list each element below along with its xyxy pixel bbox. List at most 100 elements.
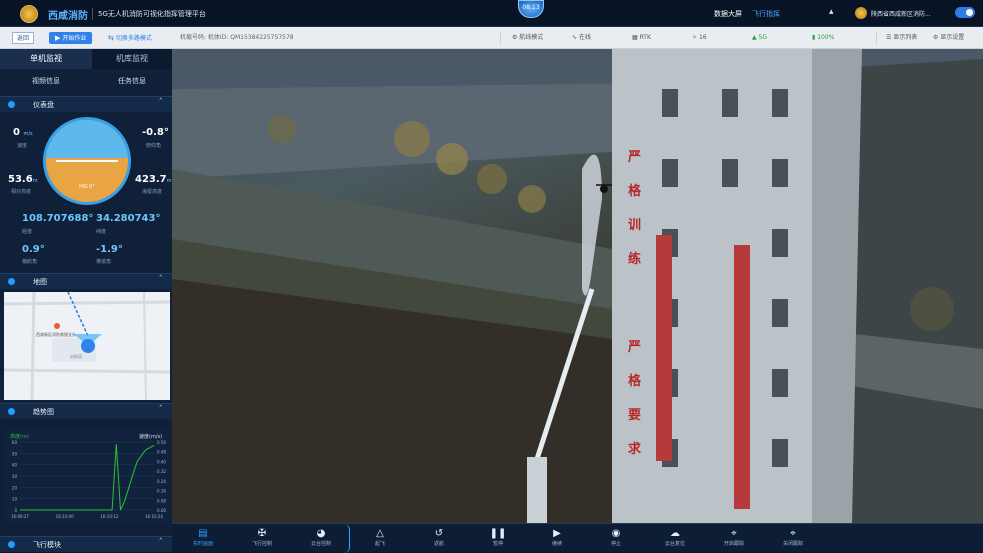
bottom-item-label: 云台控制 bbox=[310, 541, 331, 547]
bottom-item-resume[interactable]: ▶ 继续 bbox=[537, 527, 577, 548]
tab-dock-monitor[interactable]: 机库监视 bbox=[92, 49, 172, 69]
theme-toggle[interactable] bbox=[955, 7, 975, 18]
gauge-sky bbox=[46, 120, 128, 158]
switch-icon: ⇆ bbox=[108, 34, 114, 42]
chart-ytick-right: 0.08 bbox=[157, 498, 166, 503]
relative-altitude-number: 53.6 bbox=[8, 174, 33, 185]
bottom-item-label: 继续 bbox=[551, 541, 562, 547]
toolbar-divider bbox=[500, 31, 501, 45]
bottom-item-gimbal-reset[interactable]: ☁ 云台复位 bbox=[655, 527, 695, 548]
gauge-label: HSI 0° bbox=[79, 184, 95, 190]
pause-icon: ❚❚ bbox=[489, 528, 507, 539]
chart-ytick-left: 30 bbox=[12, 474, 18, 479]
rtk-status: ▦ RTK bbox=[632, 32, 651, 44]
map-poi-label: 西咸新区消防救援支队 bbox=[36, 332, 76, 337]
bottom-item-pause[interactable]: ❚❚ 暂停 bbox=[478, 527, 518, 548]
roll-value: -1.9° bbox=[96, 244, 123, 255]
satellite-status: ✧ 16 bbox=[692, 32, 707, 44]
chart-title: 趋势图 bbox=[33, 408, 54, 416]
multi-view-button[interactable]: ⇆ 切换多路模式 bbox=[108, 32, 152, 44]
relative-altitude-unit: m bbox=[32, 178, 38, 184]
tab-single-monitor[interactable]: 单机监视 bbox=[0, 49, 92, 69]
chart-ylabel-left: 高度(m) bbox=[10, 433, 29, 440]
drone-marker-icon bbox=[81, 339, 95, 353]
gimbal-icon: ◕ bbox=[316, 528, 326, 539]
signal-icon: ∿ bbox=[572, 34, 579, 41]
back-button[interactable]: 返回 bbox=[12, 32, 35, 44]
bottom-item-label: 实时画面 bbox=[192, 541, 213, 547]
instrument-header[interactable]: 仪表盘 ˆ bbox=[0, 96, 172, 112]
chart-ytick-right: 0.40 bbox=[157, 459, 166, 464]
latitude-label: 纬度 bbox=[96, 229, 107, 235]
show-list-button[interactable]: ☰ 显示列表 bbox=[886, 32, 917, 44]
user-name[interactable]: 陕西省西咸新区消防... bbox=[871, 9, 931, 18]
chart-ytick-right: 0.56 bbox=[157, 440, 166, 445]
speed-value: 0 m/s bbox=[13, 127, 33, 138]
nav-dashboard[interactable]: 数据大屏 bbox=[714, 9, 742, 19]
chart-ytick-left: 40 bbox=[12, 463, 18, 468]
stop-icon: ◉ bbox=[611, 528, 621, 539]
chart-ylabel-right: 速度(m/s) bbox=[139, 433, 162, 440]
network-label: 5G bbox=[758, 34, 767, 41]
bottom-item-takeoff[interactable]: △ 起飞 bbox=[360, 527, 400, 548]
brand-title: 西咸消防 bbox=[48, 11, 88, 22]
chevron-up-icon[interactable]: ˆ bbox=[159, 538, 164, 548]
bottom-item-label: 停止 bbox=[610, 541, 621, 547]
subtab-task-info[interactable]: 任务信息 bbox=[92, 73, 172, 89]
bottom-item-gimbal-control[interactable]: ◕ 云台控制 bbox=[301, 527, 341, 548]
fire-badge-logo bbox=[20, 5, 38, 23]
live-video-feed[interactable]: 严格训练 严格要求 bbox=[172, 49, 983, 523]
chart-ytick-right: 0.48 bbox=[157, 450, 166, 455]
bottom-item-track-off[interactable]: ⌖ 关闭跟踪 bbox=[773, 527, 813, 548]
flight-module-title: 飞行模块 bbox=[33, 541, 61, 549]
chart-ytick-left: 0 bbox=[14, 508, 17, 513]
left-panel: 单机监视 机库监视 视频信息 任务信息 仪表盘 ˆ 0 m/s 速度 -0.8°… bbox=[0, 49, 172, 552]
nav-flight-command[interactable]: 飞行指挥 bbox=[752, 9, 780, 19]
flight-module-header[interactable]: 飞行模块 ˆ bbox=[0, 536, 172, 552]
chart-header[interactable]: 趋势图 ˆ bbox=[0, 403, 172, 419]
speed-label: 速度 bbox=[17, 143, 28, 149]
display-settings-button[interactable]: ⚙ 显示设置 bbox=[933, 32, 964, 44]
chevron-up-icon[interactable]: ˆ bbox=[159, 275, 164, 285]
bottom-item-stop[interactable]: ◉ 停止 bbox=[596, 527, 636, 548]
bottom-control-bar: ▤ 实时画面 ✠ 飞行控制 ◕ 云台控制 △ 起飞 ↺ 返航 ❚❚ 暂停 ▶ 继续 ◉ 停止 ☁… bbox=[172, 523, 983, 553]
bell-icon[interactable]: ▴ bbox=[829, 7, 834, 17]
flight-mode-status: ⚙ 航线模式 bbox=[512, 32, 543, 44]
device-info: 机载号码: 机体ID: QM15384225757578 bbox=[180, 34, 294, 41]
absolute-altitude-number: 423.7 bbox=[135, 174, 167, 185]
chart-ytick-left: 50 bbox=[12, 451, 18, 456]
chevron-up-icon[interactable]: ˆ bbox=[159, 98, 164, 108]
bottom-item-live[interactable]: ▤ 实时画面 bbox=[183, 527, 223, 548]
bottom-item-flight-control[interactable]: ✠ 飞行控制 bbox=[242, 527, 282, 548]
map-svg bbox=[4, 292, 170, 400]
chart-ytick-left: 20 bbox=[12, 485, 18, 490]
drone-icon: ✠ bbox=[257, 528, 267, 539]
screen-icon: ▤ bbox=[198, 528, 208, 539]
chart-ytick-left: 10 bbox=[12, 497, 18, 502]
yaw-value: 0.9° bbox=[22, 244, 45, 255]
building-slogan-2: 严格要求 bbox=[628, 340, 642, 457]
map-poi2-label: 训练塔 bbox=[70, 354, 82, 359]
subtab-video-info[interactable]: 视频信息 bbox=[0, 73, 92, 89]
satellite-icon: ✧ bbox=[692, 34, 699, 41]
chart-icon bbox=[8, 408, 15, 415]
bottom-item-track-on[interactable]: ⌖ 开启跟踪 bbox=[714, 527, 754, 548]
drone-icon bbox=[600, 185, 608, 193]
bottom-item-return[interactable]: ↺ 返航 bbox=[419, 527, 459, 548]
map-header[interactable]: 地图 ˆ bbox=[0, 273, 172, 289]
map-view[interactable]: 西咸新区消防救援支队 训练塔 bbox=[4, 292, 170, 400]
return-icon: ↺ bbox=[434, 528, 444, 539]
pitch-label: 俯仰角 bbox=[146, 143, 162, 149]
display-settings-label: 显示设置 bbox=[940, 34, 965, 41]
chevron-up-icon[interactable]: ˆ bbox=[159, 405, 164, 415]
relative-altitude-label: 相对高度 bbox=[11, 189, 32, 195]
start-task-button[interactable]: ▶ 开始作业 bbox=[49, 32, 93, 44]
bottom-item-label: 返航 bbox=[433, 541, 444, 547]
bottom-item-label: 关闭跟踪 bbox=[782, 541, 803, 547]
chart-ytick-left: 60 bbox=[12, 440, 18, 445]
bottom-item-label: 云台复位 bbox=[664, 541, 685, 547]
user-avatar[interactable] bbox=[855, 7, 867, 19]
scene-svg bbox=[172, 49, 983, 523]
signal-label: 在线 bbox=[578, 34, 591, 41]
banner-right bbox=[734, 245, 750, 509]
